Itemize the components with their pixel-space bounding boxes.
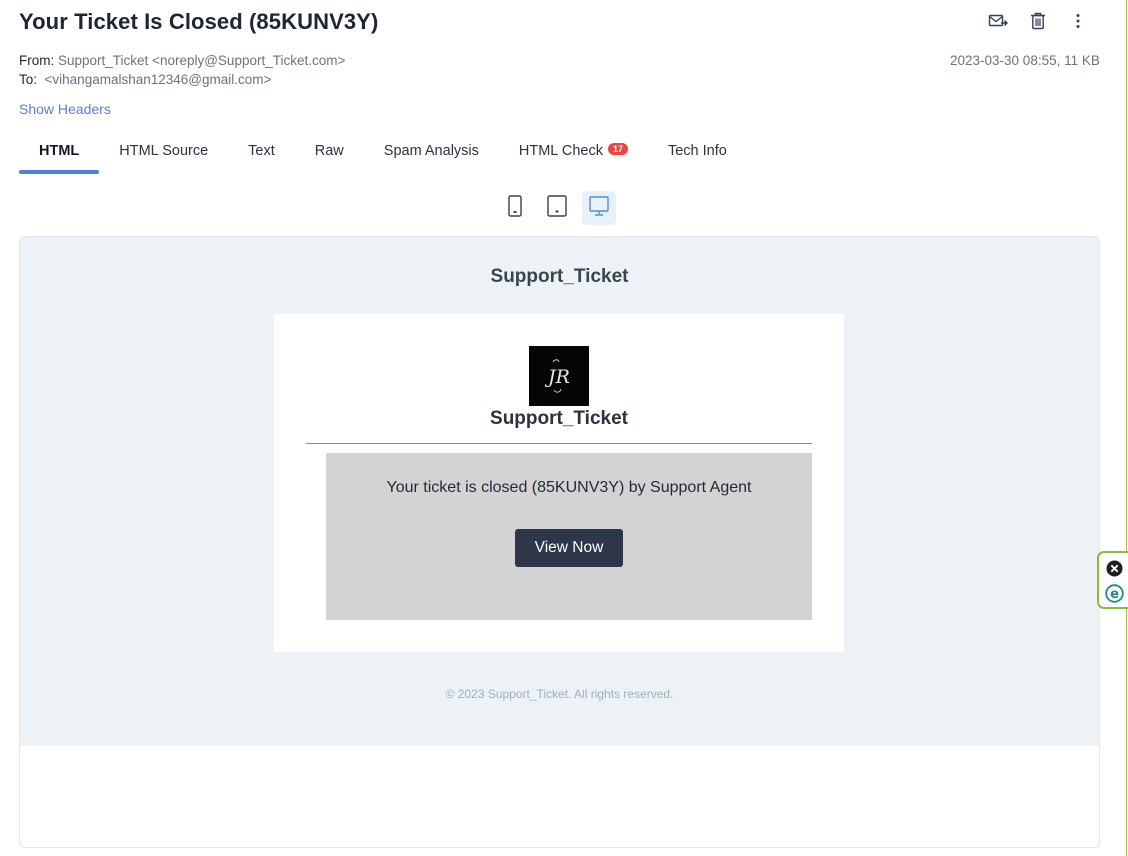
tab-html[interactable]: HTML [19,132,100,174]
to-label: To: [19,72,38,87]
right-edge-rule [1126,0,1127,856]
trash-icon [1030,12,1046,35]
svg-text:JR: JR [544,366,570,388]
tab-label: HTML Check [518,143,603,159]
to-row: To: <vihangamalshan12346@gmail.com> [19,72,271,87]
date-size: 2023-03-30 08:55, 11 KB [950,53,1100,68]
device-preview-toggle [498,191,616,225]
email-preview-frame: Support_Ticket JR Support_Ticket Your ti… [19,236,1100,848]
ticket-message: Your ticket is closed (85KUNV3Y) by Supp… [386,479,752,496]
to-value: <vihangamalshan12346@gmail.com> [44,72,272,87]
forward-mail-button[interactable] [986,12,1010,34]
email-footer: © 2023 Support_Ticket. All rights reserv… [445,687,674,701]
email-body-background: Support_Ticket JR Support_Ticket Your ti… [20,237,1099,746]
email-card: JR Support_Ticket Your ticket is closed … [274,314,844,652]
svg-text:e: e [1110,587,1119,602]
tab-label: Text [248,143,275,159]
tab-label: HTML Source [119,143,209,159]
tab-spam-analysis[interactable]: Spam Analysis [364,132,499,170]
tablet-view-button[interactable] [540,191,574,225]
phone-icon [508,194,522,222]
email-card-brand: Support_Ticket [490,408,628,429]
tab-raw[interactable]: Raw [295,132,364,170]
more-vertical-icon [1075,13,1081,34]
email-brand-header: Support_Ticket [490,266,629,287]
message-toolbar [986,12,1106,34]
extension-side-tab: e [1097,551,1128,609]
tab-label: HTML [39,143,80,159]
more-options-button[interactable] [1066,12,1090,34]
from-label: From: [19,53,55,68]
html-check-count-badge: 17 [607,143,628,155]
from-row: From: Support_Ticket <noreply@Support_Ti… [19,53,345,68]
tab-text[interactable]: Text [228,132,295,170]
tab-html-source[interactable]: HTML Source [99,132,228,170]
extension-e-icon[interactable]: e [1105,584,1124,603]
email-subject: Your Ticket Is Closed (85KUNV3Y) [19,9,379,34]
tab-label: Raw [314,143,344,159]
view-tabs: HTML HTML Source Text Raw Spam Analysis … [19,132,747,174]
tab-html-check[interactable]: HTML Check 17 [499,132,648,170]
view-now-button[interactable]: View Now [515,529,623,567]
forward-mail-icon [988,13,1008,34]
tab-label: Spam Analysis [383,143,479,159]
tablet-icon [547,194,567,222]
from-value: Support_Ticket <noreply@Support_Ticket.c… [58,53,346,68]
desktop-icon [589,195,609,221]
phone-view-button[interactable] [498,191,532,225]
card-divider [306,443,812,444]
close-icon[interactable] [1106,560,1123,577]
delete-button[interactable] [1026,12,1050,34]
show-headers-link[interactable]: Show Headers [19,101,111,117]
tab-tech-info[interactable]: Tech Info [648,132,747,170]
brand-logo: JR [529,346,589,406]
desktop-view-button[interactable] [582,191,616,225]
tab-label: Tech Info [667,143,727,159]
ticket-message-box: Your ticket is closed (85KUNV3Y) by Supp… [326,453,812,620]
